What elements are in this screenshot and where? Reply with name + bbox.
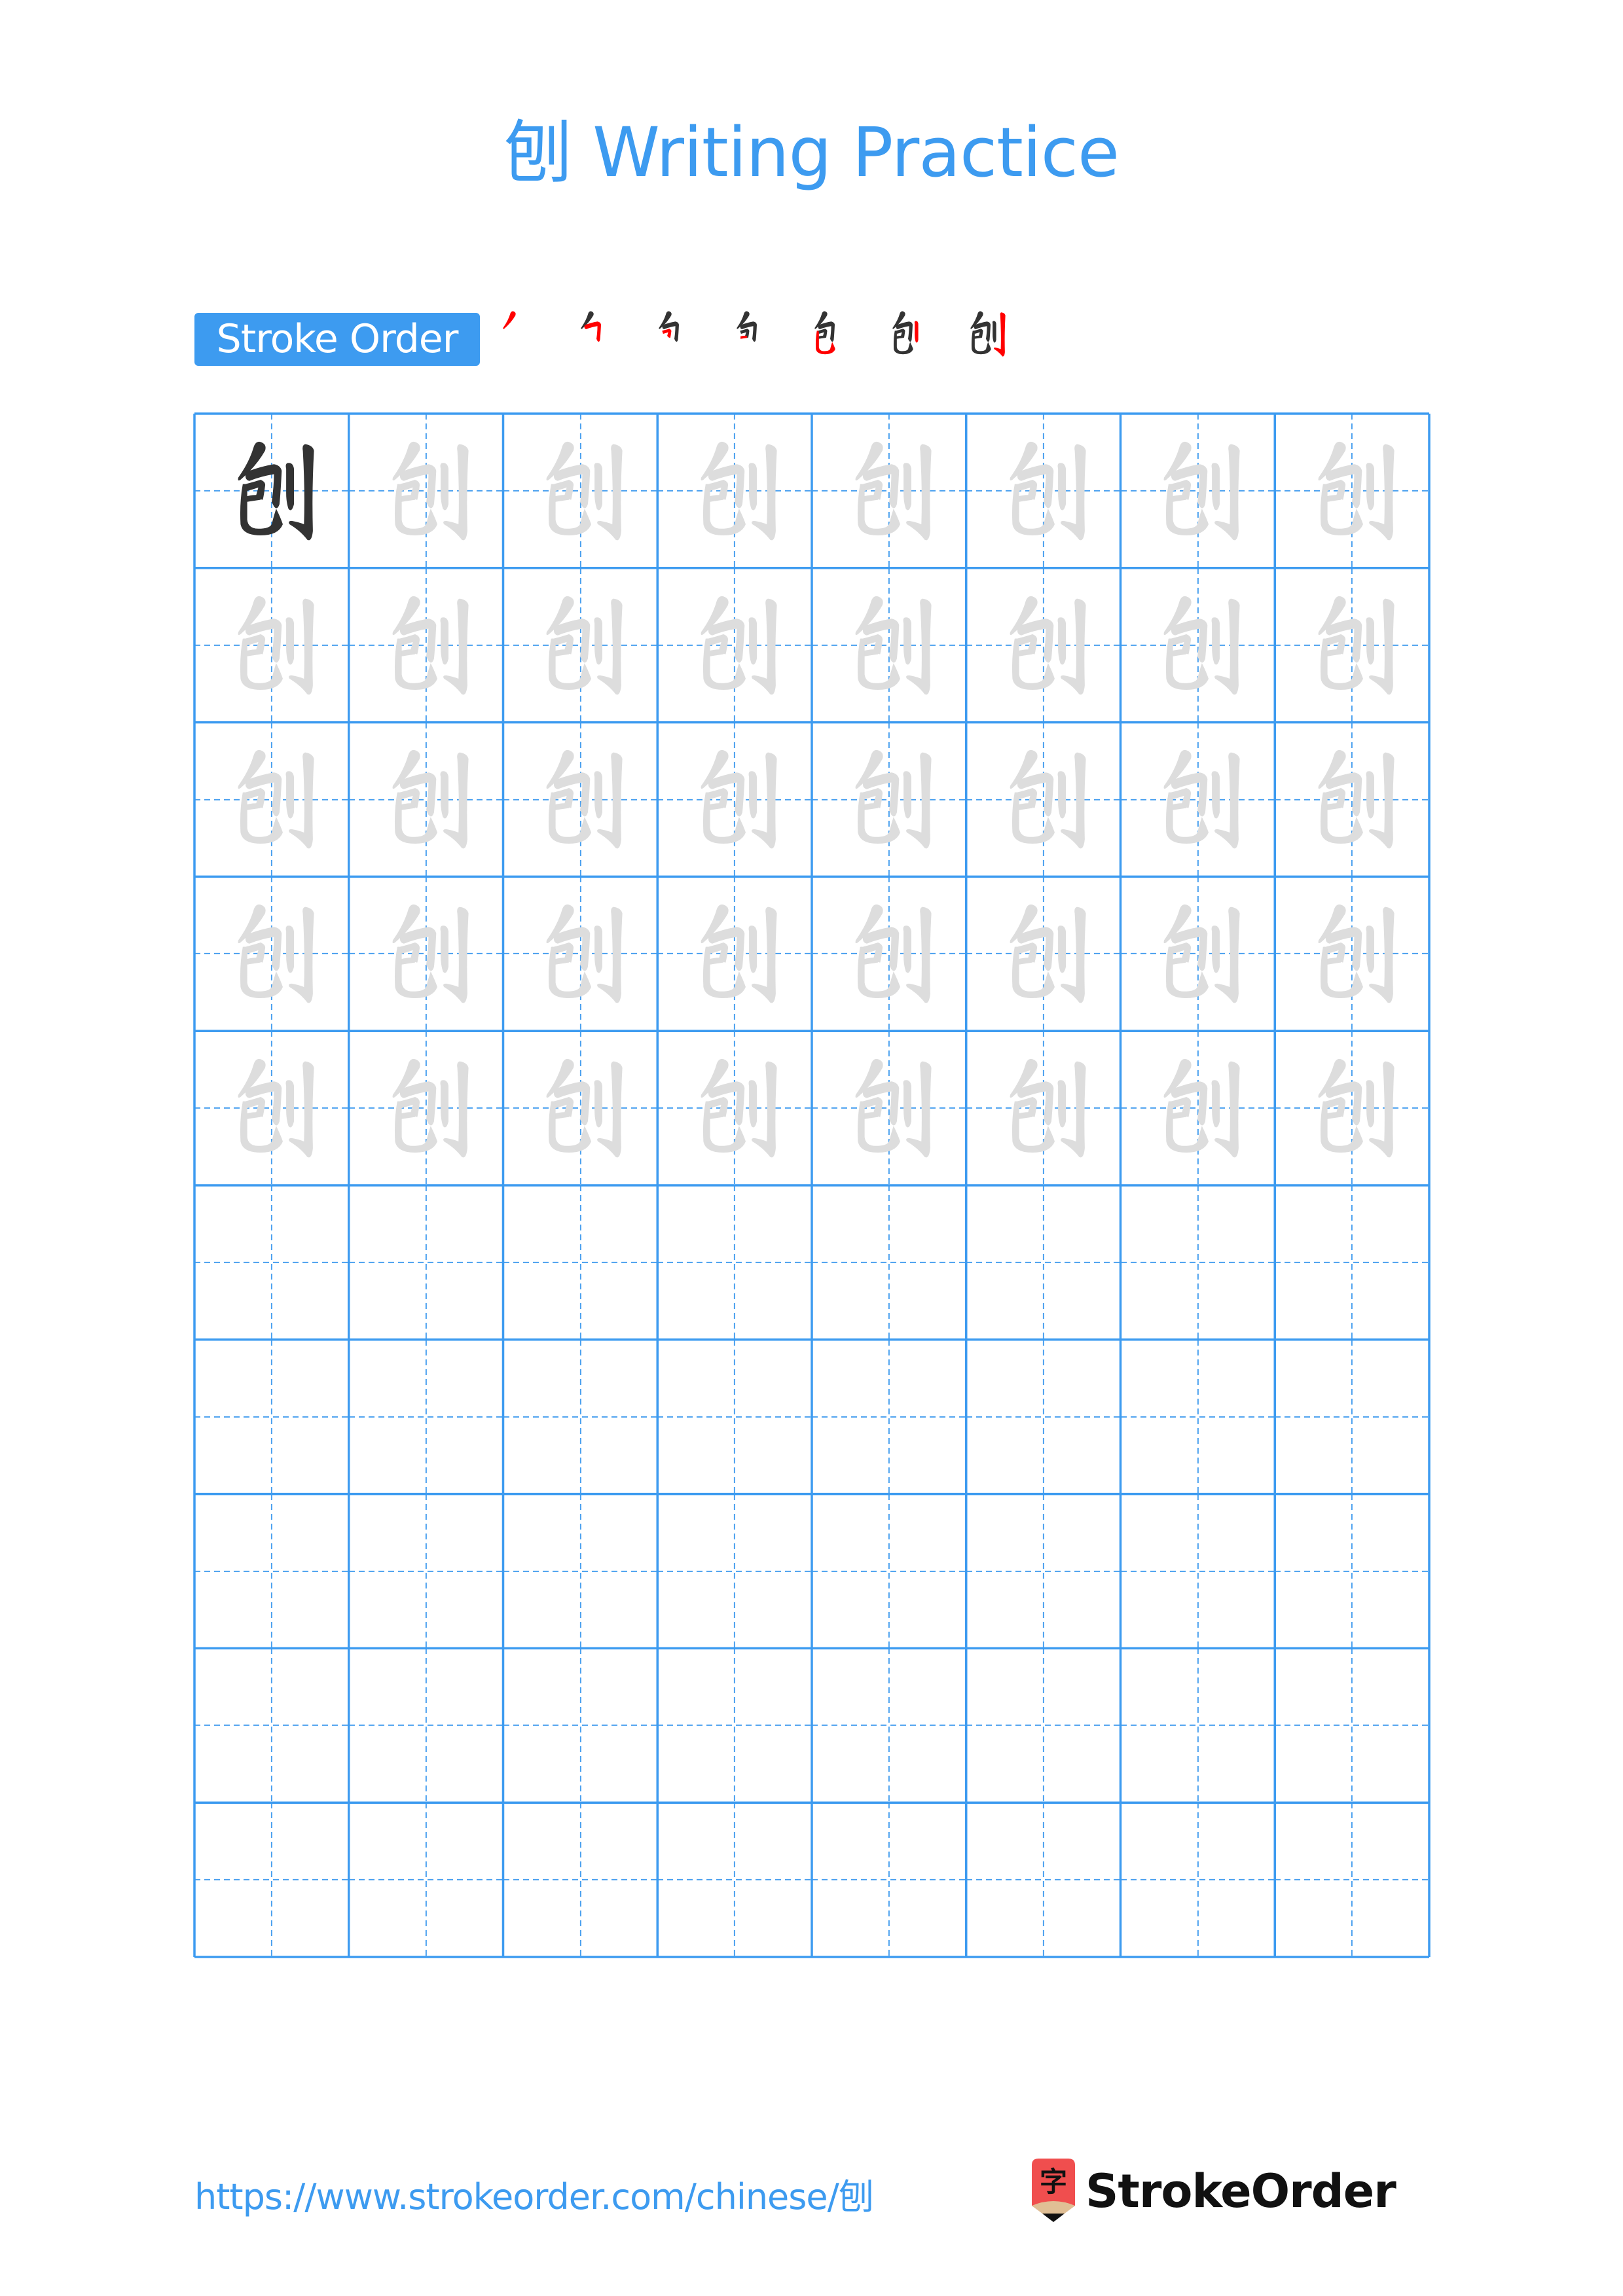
logo-glyph: 字: [1040, 2166, 1067, 2198]
stroke-3: [662, 329, 672, 338]
stroke-4: [740, 335, 748, 339]
stroke-step-glyph-icon: [503, 311, 516, 329]
stroke-step-2: [571, 310, 649, 368]
stroke-2: [584, 321, 602, 342]
stroke-order-steps: [493, 310, 1038, 368]
stroke-4: [896, 335, 903, 339]
stroke-step-glyph-icon: [892, 311, 919, 355]
stroke-step-glyph-icon: [737, 311, 757, 342]
grid-lines: [193, 412, 1431, 1958]
stroke-4: [974, 335, 981, 339]
page-title: 刨 Writing Practice: [504, 113, 1120, 192]
stroke-step-4: [727, 310, 805, 368]
stroke-6: [914, 321, 919, 343]
stroke-1: [503, 311, 516, 329]
stroke-order-badge: Stroke Order: [194, 312, 480, 366]
stroke-4: [818, 335, 826, 339]
stroke-6: [992, 321, 996, 343]
practice-grid: [193, 412, 1431, 1958]
stroke-step-1: [493, 310, 571, 368]
stroke-step-glyph-icon: [581, 311, 602, 342]
footer-url-link[interactable]: https://www.strokeorder.com/chinese/刨: [194, 2174, 874, 2220]
stroke-step-3: [649, 310, 727, 368]
stroke-step-glyph-icon: [814, 311, 835, 355]
strokeorder-logo: 字 StrokeOrder: [1029, 2159, 1396, 2224]
stroke-step-glyph-icon: [659, 311, 680, 342]
pencil-logo-icon: 字: [1029, 2159, 1078, 2224]
stroke-step-glyph-icon: [970, 311, 1006, 357]
stroke-order-row: Stroke Order: [194, 310, 1038, 368]
stroke-step-6: [883, 310, 960, 368]
brand-name: StrokeOrder: [1085, 2164, 1396, 2218]
stroke-step-5: [805, 310, 883, 368]
stroke-step-7: [960, 310, 1038, 368]
